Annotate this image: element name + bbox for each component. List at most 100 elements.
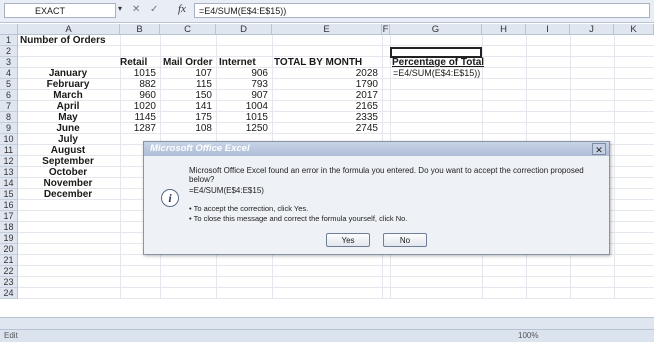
row-header[interactable]: 7 (0, 101, 18, 112)
status-bar: Edit 100% (0, 329, 654, 342)
pct-heading[interactable]: Percentage of Total (392, 57, 484, 68)
row-header[interactable]: 1 (0, 35, 18, 46)
gridline (18, 265, 654, 266)
row-header[interactable]: 3 (0, 57, 18, 68)
data-cell[interactable]: 1790 (318, 79, 378, 90)
data-cell[interactable]: 141 (152, 101, 212, 112)
column-header-e[interactable]: E (272, 24, 382, 35)
row-header[interactable]: 9 (0, 123, 18, 134)
month-label[interactable]: November (18, 178, 118, 189)
column-header-g[interactable]: G (390, 24, 482, 35)
data-cell[interactable]: 960 (96, 90, 156, 101)
row-header[interactable]: 12 (0, 156, 18, 167)
row-header[interactable]: 14 (0, 178, 18, 189)
month-label[interactable]: August (18, 145, 118, 156)
row-header[interactable]: 24 (0, 288, 18, 299)
data-cell[interactable]: 906 (208, 68, 268, 79)
row-header[interactable]: 11 (0, 145, 18, 156)
pct-formula-cell[interactable]: =E4/SUM(E$4:E$15)) (393, 68, 480, 79)
column-heading[interactable]: Mail Order (163, 57, 212, 68)
column-header-d[interactable]: D (216, 24, 272, 35)
data-cell[interactable]: 2745 (318, 123, 378, 134)
active-cell[interactable] (390, 47, 482, 58)
no-button[interactable]: No (383, 233, 427, 247)
month-label[interactable]: December (18, 189, 118, 200)
data-cell[interactable]: 2017 (318, 90, 378, 101)
error-dialog: Microsoft Office Excel ✕ Microsoft Offic… (143, 141, 610, 255)
insert-function-icon[interactable]: fx (178, 3, 186, 15)
data-cell[interactable]: 1287 (96, 123, 156, 134)
data-cell[interactable]: 793 (208, 79, 268, 90)
dialog-hint-no: • To close this message and correct the … (189, 214, 408, 223)
data-cell[interactable]: 1020 (96, 101, 156, 112)
row-header[interactable]: 10 (0, 134, 18, 145)
column-header-h[interactable]: H (482, 24, 526, 35)
name-box[interactable]: EXACT (4, 3, 116, 18)
column-header-c[interactable]: C (160, 24, 216, 35)
row-header[interactable]: 6 (0, 90, 18, 101)
close-icon[interactable]: ✕ (592, 143, 606, 155)
gridline (18, 276, 654, 277)
row-header[interactable]: 22 (0, 266, 18, 277)
column-heading[interactable]: Retail (120, 57, 147, 68)
row-header[interactable]: 20 (0, 244, 18, 255)
row-header[interactable]: 17 (0, 211, 18, 222)
column-header-b[interactable]: B (120, 24, 160, 35)
row-header[interactable]: 2 (0, 46, 18, 57)
row-header[interactable]: 5 (0, 79, 18, 90)
proposed-formula: =E4/SUM(E$4:E$15) (189, 186, 264, 195)
dialog-message: Microsoft Office Excel found an error in… (189, 166, 584, 184)
data-cell[interactable]: 115 (152, 79, 212, 90)
gridline (614, 35, 615, 299)
row-header[interactable]: 18 (0, 222, 18, 233)
zoom-level[interactable]: 100% (518, 331, 538, 340)
data-cell[interactable]: 107 (152, 68, 212, 79)
gridline (18, 287, 654, 288)
data-cell[interactable]: 907 (208, 90, 268, 101)
select-all-corner[interactable] (0, 24, 18, 35)
formula-input[interactable]: =E4/SUM(E$4:E$15)) (194, 3, 650, 18)
gridline (18, 298, 654, 299)
info-icon: i (161, 189, 179, 207)
formula-bar: EXACT ▾ ✕ ✓ fx =E4/SUM(E$4:E$15)) (0, 0, 654, 23)
data-cell[interactable]: 2165 (318, 101, 378, 112)
data-cell[interactable]: 1015 (96, 68, 156, 79)
column-header-i[interactable]: I (526, 24, 570, 35)
check-icon[interactable]: ✓ (150, 4, 158, 15)
data-cell[interactable]: 1015 (208, 112, 268, 123)
row-header[interactable]: 15 (0, 189, 18, 200)
month-label[interactable]: September (18, 156, 118, 167)
chevron-down-icon[interactable]: ▾ (118, 4, 122, 13)
row-header[interactable]: 21 (0, 255, 18, 266)
dialog-title: Microsoft Office Excel (144, 142, 609, 156)
column-header-f[interactable]: F (382, 24, 390, 35)
column-heading[interactable]: Internet (219, 57, 256, 68)
column-header-k[interactable]: K (614, 24, 654, 35)
cancel-icon[interactable]: ✕ (132, 4, 140, 15)
yes-button[interactable]: Yes (326, 233, 370, 247)
dialog-hint-yes: • To accept the correction, click Yes. (189, 204, 309, 213)
row-header[interactable]: 4 (0, 68, 18, 79)
gridline (18, 45, 654, 46)
column-header-a[interactable]: A (18, 24, 120, 35)
data-cell[interactable]: 1250 (208, 123, 268, 134)
month-label[interactable]: October (18, 167, 118, 178)
data-cell[interactable]: 175 (152, 112, 212, 123)
data-cell[interactable]: 2028 (318, 68, 378, 79)
row-header[interactable]: 8 (0, 112, 18, 123)
data-cell[interactable]: 150 (152, 90, 212, 101)
row-header[interactable]: 19 (0, 233, 18, 244)
month-label[interactable]: July (18, 134, 118, 145)
data-cell[interactable]: 108 (152, 123, 212, 134)
data-cell[interactable]: 1145 (96, 112, 156, 123)
column-heading[interactable]: TOTAL BY MONTH (274, 57, 362, 68)
column-header-j[interactable]: J (570, 24, 614, 35)
data-cell[interactable]: 2335 (318, 112, 378, 123)
data-cell[interactable]: 1004 (208, 101, 268, 112)
status-mode: Edit (4, 331, 18, 340)
row-header[interactable]: 16 (0, 200, 18, 211)
data-cell[interactable]: 882 (96, 79, 156, 90)
sheet-title[interactable]: Number of Orders (20, 35, 106, 46)
row-header[interactable]: 23 (0, 277, 18, 288)
row-header[interactable]: 13 (0, 167, 18, 178)
